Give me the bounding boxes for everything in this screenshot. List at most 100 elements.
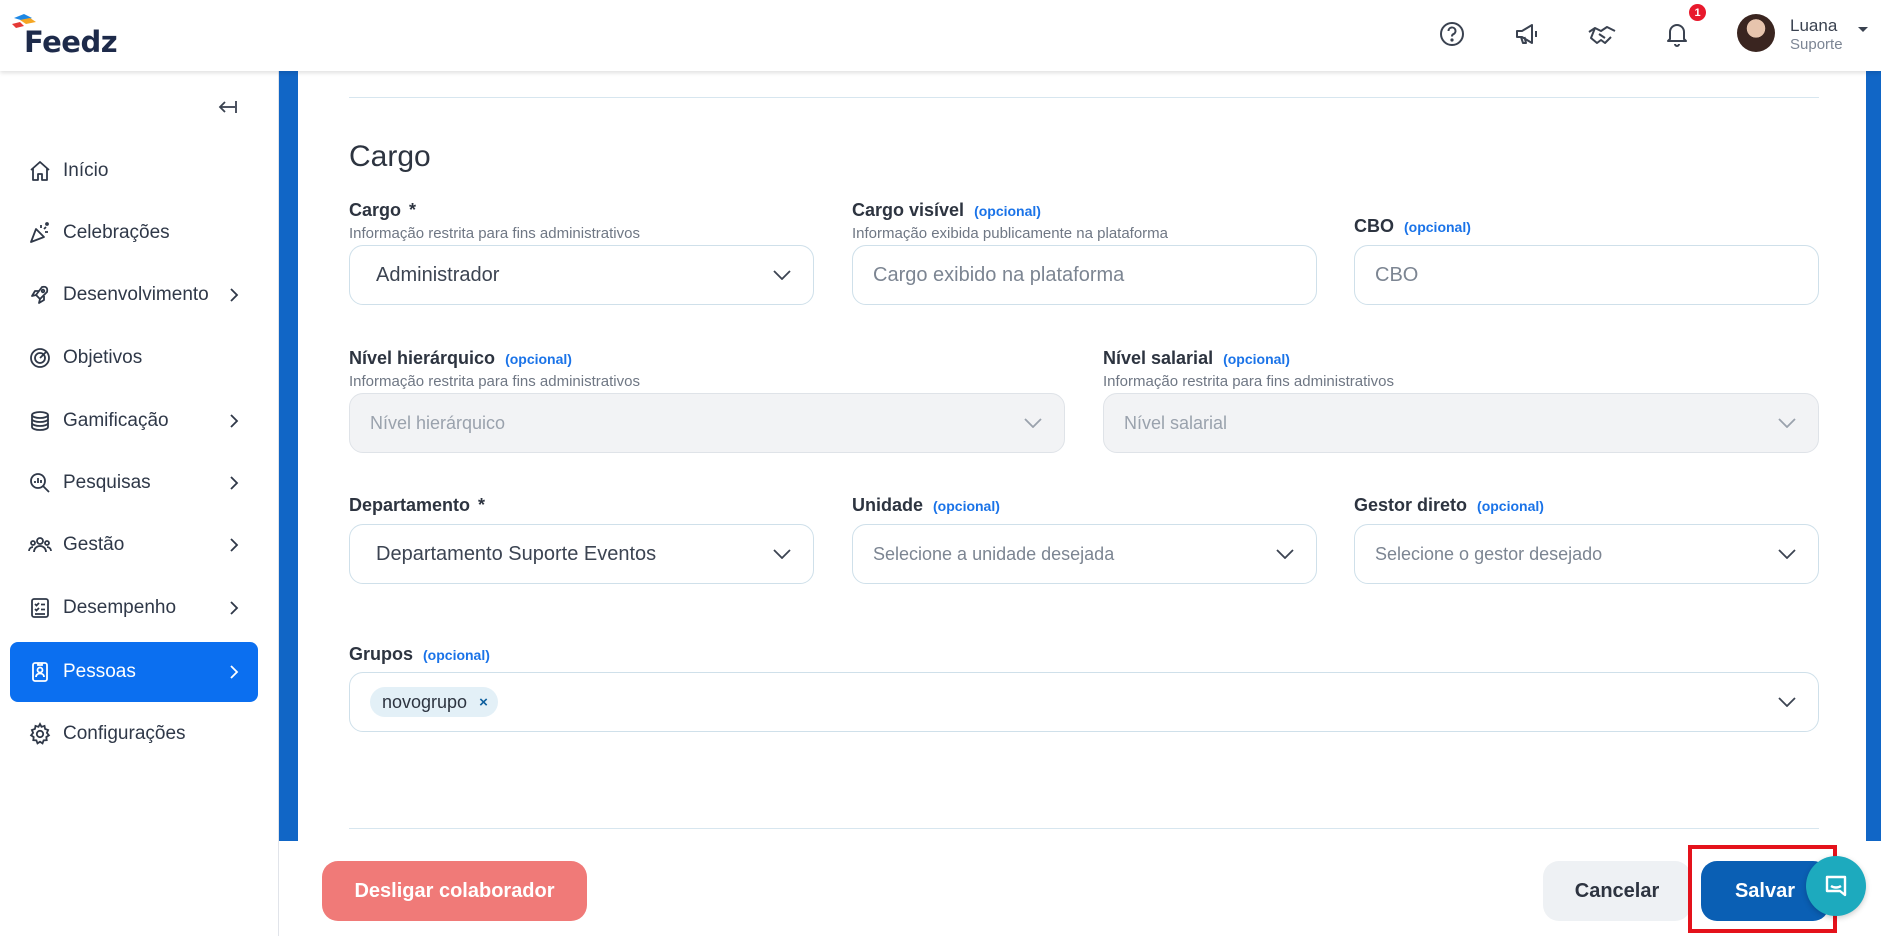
remove-tag-icon[interactable]: × xyxy=(479,694,488,711)
nivel-hierarquico-label-text: Nível hierárquico xyxy=(349,348,496,368)
unidade-label: Unidade (opcional) xyxy=(852,495,1000,516)
nivel-salarial-help: Informação restrita para fins administra… xyxy=(1103,373,1394,390)
chevron-down-icon xyxy=(1776,697,1798,707)
sidebar-item-configuracoes[interactable]: Configurações xyxy=(10,704,258,764)
grupos-label: Grupos (opcional) xyxy=(349,644,490,665)
sidebar-item-label: Objetivos xyxy=(63,347,143,368)
unidade-label-text: Unidade xyxy=(852,495,924,515)
sidebar-item-inicio[interactable]: Início xyxy=(10,141,258,201)
home-icon xyxy=(27,158,53,184)
sidebar-item-gamificacao[interactable]: Gamificação xyxy=(10,391,258,451)
cargo-help: Informação restrita para fins administra… xyxy=(349,225,640,242)
cargo-visivel-input[interactable]: Cargo exibido na plataforma xyxy=(852,245,1317,305)
chevron-right-icon xyxy=(224,475,244,491)
departamento-select[interactable]: Departamento Suporte Eventos xyxy=(349,524,814,584)
cargo-visivel-placeholder: Cargo exibido na plataforma xyxy=(873,263,1125,286)
cargo-value: Administrador xyxy=(376,263,500,286)
sidebar-item-label: Início xyxy=(63,160,109,181)
cargo-visivel-label-text: Cargo visível xyxy=(852,200,965,220)
sidebar-item-label: Desempenho xyxy=(63,597,177,618)
gestor-label: Gestor direto (opcional) xyxy=(1354,495,1544,516)
chevron-right-icon xyxy=(224,600,244,616)
optional-tag: (opcional) xyxy=(1477,498,1544,514)
chevron-right-icon xyxy=(224,664,244,680)
nivel-hierarquico-select: Nível hierárquico xyxy=(349,393,1065,453)
scrollbar[interactable] xyxy=(1866,71,1881,841)
sidebar-item-pesquisas[interactable]: Pesquisas xyxy=(10,453,258,513)
grupos-multiselect[interactable]: novogrupo × xyxy=(349,672,1819,732)
megaphone-icon[interactable] xyxy=(1507,14,1547,54)
cargo-select[interactable]: Administrador xyxy=(349,245,814,305)
optional-tag: (opcional) xyxy=(933,498,1000,514)
gear-icon xyxy=(27,721,53,747)
departamento-label-text: Departamento xyxy=(349,495,471,515)
unidade-placeholder: Selecione a unidade desejada xyxy=(873,543,1115,564)
chevron-down-icon xyxy=(771,549,793,559)
cbo-input[interactable]: CBO xyxy=(1354,245,1819,305)
user-name[interactable]: Luana xyxy=(1790,16,1837,36)
logo-text: Feedz xyxy=(24,25,118,59)
chevron-right-icon xyxy=(224,287,244,303)
sidebar-item-label: Gestão xyxy=(63,534,125,555)
sidebar-item-objetivos[interactable]: Objetivos xyxy=(10,328,258,388)
sidebar-item-gestao[interactable]: Gestão xyxy=(10,515,258,575)
optional-tag: (opcional) xyxy=(423,647,490,663)
optional-tag: (opcional) xyxy=(1223,351,1290,367)
bell-icon[interactable] xyxy=(1657,14,1697,54)
optional-tag: (opcional) xyxy=(1404,219,1471,235)
group-tag-label: novogrupo xyxy=(382,691,468,712)
cargo-label: Cargo * xyxy=(349,200,416,221)
handshake-icon[interactable] xyxy=(1582,14,1622,54)
optional-tag: (opcional) xyxy=(505,351,572,367)
caret-down-icon[interactable] xyxy=(1857,26,1869,34)
sidebar-item-label: Configurações xyxy=(63,723,186,744)
nivel-salarial-label: Nível salarial (opcional) xyxy=(1103,348,1290,369)
chevron-down-icon xyxy=(1022,418,1044,428)
cancel-button[interactable]: Cancelar xyxy=(1543,861,1691,921)
chevron-right-icon xyxy=(224,413,244,429)
sidebar-item-pessoas[interactable]: Pessoas xyxy=(10,642,258,702)
sidebar-item-desempenho[interactable]: Desempenho xyxy=(10,578,258,638)
party-icon xyxy=(27,220,53,246)
cbo-label: CBO (opcional) xyxy=(1354,216,1471,237)
collapse-sidebar-icon[interactable] xyxy=(215,95,239,119)
notification-badge: 1 xyxy=(1689,4,1706,21)
chevron-down-icon xyxy=(1776,418,1798,428)
cargo-visivel-help: Informação exibida publicamente na plata… xyxy=(852,225,1169,242)
checklist-icon xyxy=(27,595,53,621)
cbo-label-text: CBO xyxy=(1354,216,1394,236)
nivel-salarial-select: Nível salarial xyxy=(1103,393,1819,453)
coins-icon xyxy=(27,408,53,434)
cbo-placeholder: CBO xyxy=(1375,263,1419,286)
unidade-select[interactable]: Selecione a unidade desejada xyxy=(852,524,1317,584)
sidebar-item-label: Pessoas xyxy=(63,661,136,682)
section-title: Cargo xyxy=(349,140,431,173)
sidebar-item-label: Celebrações xyxy=(63,222,170,243)
chevron-down-icon xyxy=(1776,549,1798,559)
feedz-logo[interactable]: Feedz xyxy=(10,12,118,59)
team-icon xyxy=(27,532,53,558)
required-mark: * xyxy=(478,495,486,515)
top-bar: Feedz 1 Luana Suporte xyxy=(0,0,1881,71)
sidebar-item-celebracoes[interactable]: Celebrações xyxy=(10,203,258,263)
sidebar-item-label: Gamificação xyxy=(63,410,169,431)
cargo-visivel-label: Cargo visível (opcional) xyxy=(852,200,1041,221)
gestor-select[interactable]: Selecione o gestor desejado xyxy=(1354,524,1819,584)
nivel-hierarquico-label: Nível hierárquico (opcional) xyxy=(349,348,572,369)
cargo-label-text: Cargo xyxy=(349,200,402,220)
chevron-down-icon xyxy=(771,270,793,280)
chat-widget-button[interactable] xyxy=(1806,856,1866,916)
search-chart-icon xyxy=(27,470,53,496)
chevron-right-icon xyxy=(224,537,244,553)
help-icon[interactable] xyxy=(1432,14,1472,54)
chat-icon xyxy=(1825,875,1847,897)
avatar[interactable] xyxy=(1737,14,1775,52)
sidebar-item-label: Pesquisas xyxy=(63,472,151,493)
optional-tag: (opcional) xyxy=(974,203,1041,219)
dismiss-employee-button[interactable]: Desligar colaborador xyxy=(322,861,587,921)
sidebar-item-desenvolvimento[interactable]: Desenvolvimento xyxy=(10,265,258,325)
chevron-down-icon xyxy=(1274,549,1296,559)
sidebar-item-label: Desenvolvimento xyxy=(63,284,209,305)
gestor-placeholder: Selecione o gestor desejado xyxy=(1375,543,1603,564)
group-tag: novogrupo × xyxy=(370,687,498,717)
